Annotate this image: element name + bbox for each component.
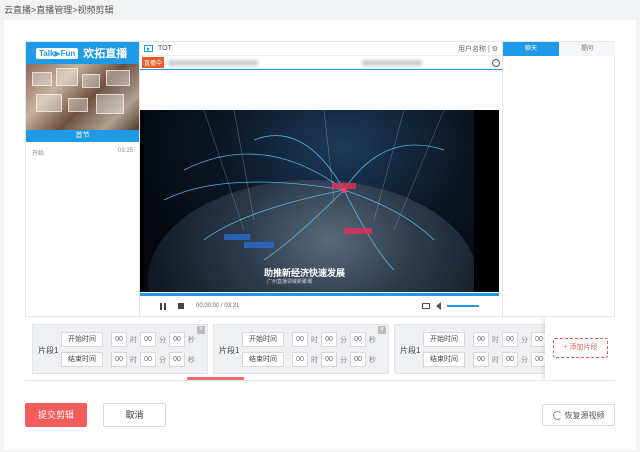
power-icon[interactable] xyxy=(492,58,500,67)
pause-icon[interactable] xyxy=(160,302,166,310)
pip-icon[interactable] xyxy=(422,303,430,309)
blurred-title xyxy=(168,59,259,66)
restore-label: 恢复源视频 xyxy=(564,410,605,420)
stop-icon[interactable] xyxy=(178,303,184,309)
logo-cn-text: 欢拓直播 xyxy=(83,48,128,60)
segment-scrollbar[interactable] xyxy=(187,377,244,380)
start-time-label: 开始时间 xyxy=(423,332,465,347)
video-editor: Talk▶Fun 欢拓直播 首节 开始 03:25 TOT 用户名称 | ⚙ 直… xyxy=(25,41,615,318)
logo-bar: Talk▶Fun 欢拓直播 xyxy=(26,42,139,64)
blurred-info xyxy=(362,59,423,66)
course-panel: Talk▶Fun 欢拓直播 首节 开始 03:25 xyxy=(26,42,140,318)
end-second-input[interactable]: 00 xyxy=(169,352,185,367)
network-lines xyxy=(163,110,445,271)
chapter-time: 03:25 xyxy=(117,148,133,154)
close-icon[interactable]: × xyxy=(197,326,205,334)
chapter-label: 开始 xyxy=(32,151,45,157)
end-minute-input[interactable]: 00 xyxy=(140,352,156,367)
video-player: TOT 用户名称 | ⚙ 直播中 助推新经济快速发展 广州直播领域新聚潮 00:… xyxy=(140,42,502,318)
end-minute-input[interactable]: 00 xyxy=(321,352,337,367)
video-subcaption: 广州直播领域新聚潮 xyxy=(267,279,313,285)
segment-name: 片段1 xyxy=(38,346,59,355)
volume-icon[interactable] xyxy=(436,302,441,310)
chapter-row[interactable]: 开始 03:25 xyxy=(26,142,139,163)
cancel-button[interactable]: 取消 xyxy=(103,403,166,427)
player-title: TOT xyxy=(158,45,172,52)
start-time-label: 开始时间 xyxy=(242,332,284,347)
video-frame[interactable]: 助推新经济快速发展 广州直播领域新聚潮 xyxy=(140,110,499,292)
player-header: TOT 用户名称 | ⚙ xyxy=(140,42,502,56)
course-thumbnail xyxy=(26,64,139,130)
segment-card: × 片段1 开始时间 00时 00分 00秒 结束时间 00时 00分 00秒 xyxy=(213,324,389,374)
end-time-label: 结束时间 xyxy=(423,352,465,367)
segment-list: × 片段1 开始时间 00 时 00 分 00 秒 结束时间 00 时 00 分 00 秒 … xyxy=(25,317,615,381)
start-hour-input[interactable]: 00 xyxy=(473,332,489,347)
talkfun-logo: Talk▶Fun xyxy=(36,47,79,59)
start-hour-input[interactable]: 00 xyxy=(292,332,308,347)
video-icon xyxy=(144,45,153,52)
submit-button[interactable]: 提交剪辑 xyxy=(25,403,87,427)
segment-card: × 片段1 开始时间 00时 00分 00秒 结束时间 00时 00分 00秒 xyxy=(32,324,208,374)
refresh-icon xyxy=(552,410,562,420)
close-icon[interactable]: × xyxy=(378,326,386,334)
end-time-label: 结束时间 xyxy=(61,352,103,367)
end-hour-input[interactable]: 00 xyxy=(292,352,308,367)
start-minute-input[interactable]: 00 xyxy=(140,332,156,347)
seek-bar[interactable] xyxy=(140,293,499,296)
end-minute-input[interactable]: 00 xyxy=(502,352,518,367)
playback-time: 00:00:00 / 03:31 xyxy=(196,303,240,309)
add-segment-panel: + 添加片段 xyxy=(545,317,615,380)
start-second-input[interactable]: 00 xyxy=(169,332,185,347)
player-controls: 00:00:00 / 03:31 xyxy=(140,297,499,315)
segment-name: 片段1 xyxy=(400,346,421,355)
user-menu[interactable]: 用户名称 | ⚙ xyxy=(458,44,498,54)
video-content: 助推新经济快速发展 广州直播领域新聚潮 xyxy=(144,110,474,292)
breadcrumb: 云直播>直播管理>视频剪辑 xyxy=(4,5,114,15)
live-info-bar: 直播中 xyxy=(140,56,502,70)
start-hour-input[interactable]: 00 xyxy=(111,332,127,347)
end-hour-input[interactable]: 00 xyxy=(111,352,127,367)
end-second-input[interactable]: 00 xyxy=(350,352,366,367)
start-minute-input[interactable]: 00 xyxy=(321,332,337,347)
thumb-caption: 首节 xyxy=(26,130,139,142)
segment-card: × 片段1 开始时间 00时 00分 00秒 结束时间 00时 00分 00秒 xyxy=(394,324,570,374)
start-time-label: 开始时间 xyxy=(61,332,103,347)
chat-panel: 聊天 提问 xyxy=(502,42,615,318)
segment-name: 片段1 xyxy=(219,346,240,355)
add-segment-button[interactable]: + 添加片段 xyxy=(553,338,608,358)
volume-slider[interactable] xyxy=(447,305,479,307)
restore-source-button[interactable]: 恢复源视频 xyxy=(542,404,615,426)
end-hour-input[interactable]: 00 xyxy=(473,352,489,367)
tab-questions[interactable]: 提问 xyxy=(559,42,615,56)
tab-chat[interactable]: 聊天 xyxy=(503,42,559,56)
end-time-label: 结束时间 xyxy=(242,352,284,367)
live-badge: 直播中 xyxy=(142,57,165,68)
start-second-input[interactable]: 00 xyxy=(350,332,366,347)
start-minute-input[interactable]: 00 xyxy=(502,332,518,347)
